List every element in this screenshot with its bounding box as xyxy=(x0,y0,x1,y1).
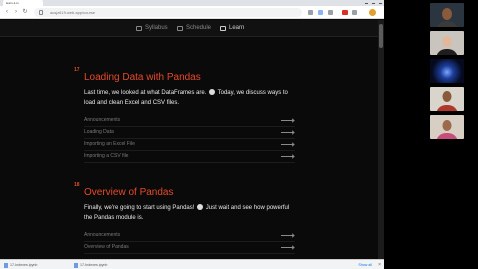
url-text: acsjz619.web.app/course xyxy=(50,10,96,15)
download-item[interactable]: 17-Indexes.ipynb xyxy=(4,262,37,268)
topic-link[interactable]: Announcements xyxy=(84,230,295,242)
lesson-description: Last time, we looked at what DataFrames … xyxy=(84,88,299,108)
star-icon[interactable] xyxy=(308,10,313,15)
topic-link[interactable]: Overview of Pandas xyxy=(84,242,295,254)
topic-link[interactable]: Importing an Excel File xyxy=(84,139,295,151)
nav-label: Syllabus xyxy=(145,25,168,31)
participant-face xyxy=(442,120,452,131)
lesson-number: 17 xyxy=(74,67,80,73)
nav-syllabus[interactable]: Syllabus xyxy=(136,24,168,33)
profile-avatar[interactable] xyxy=(369,9,376,16)
arrow-right-icon xyxy=(281,235,294,236)
participant-face xyxy=(442,91,452,102)
description-text: Last time, we looked at what DataFrames … xyxy=(84,90,207,96)
downloads-bar: 17-Indexes.ipynb 17-Indexes.ipynb Show a… xyxy=(0,259,384,269)
browser-window: learn-1-in ‹ › ↻ acsjz619.web.app/course… xyxy=(0,0,384,269)
calendar-icon xyxy=(177,26,183,31)
topic-link[interactable]: Importing a CSV file xyxy=(84,151,295,163)
laptop-icon xyxy=(220,26,226,31)
lock-icon xyxy=(39,10,43,15)
address-bar: ‹ › ↻ acsjz619.web.app/course xyxy=(0,6,384,19)
file-icon xyxy=(4,262,8,268)
nav-learn[interactable]: Learn xyxy=(220,24,244,33)
book-icon xyxy=(136,26,142,31)
participant-video[interactable] xyxy=(430,87,464,111)
url-field[interactable]: acsjz619.web.app/course xyxy=(34,8,302,17)
participant-video[interactable] xyxy=(430,3,464,27)
participant-video[interactable] xyxy=(430,31,464,55)
arrow-right-icon xyxy=(281,132,294,133)
topic-label: Overview of Pandas xyxy=(84,244,129,250)
participant-body xyxy=(436,21,458,27)
lesson-description: Finally, we're going to start using Pand… xyxy=(84,203,299,223)
minimize-icon[interactable] xyxy=(365,2,368,4)
scrollbar-thumb[interactable] xyxy=(379,24,383,48)
forward-icon[interactable]: › xyxy=(13,9,19,15)
arrow-right-icon xyxy=(281,120,294,121)
participant-video[interactable] xyxy=(430,59,464,83)
download-item[interactable]: 17-Indexes.ipynb xyxy=(74,262,107,268)
download-filename: 17-Indexes.ipynb xyxy=(10,263,38,267)
nav-schedule[interactable]: Schedule xyxy=(177,24,211,33)
extension-badge-icon[interactable] xyxy=(342,10,348,15)
topic-label: Announcements xyxy=(84,232,121,238)
topic-link[interactable]: Loading Data xyxy=(84,127,295,139)
participant-video[interactable] xyxy=(430,115,464,139)
close-window-icon[interactable] xyxy=(379,2,382,4)
puzzle-icon[interactable] xyxy=(352,10,357,15)
download-filename: 17-Indexes.ipynb xyxy=(80,263,108,267)
participant-body xyxy=(436,133,458,139)
extension-icon[interactable] xyxy=(328,10,333,15)
participant-face xyxy=(442,36,452,47)
arrow-right-icon xyxy=(281,144,294,145)
smile-emoji-icon xyxy=(197,204,204,210)
topic-label: Loading Data xyxy=(84,129,114,135)
lesson-title[interactable]: Overview of Pandas xyxy=(84,187,174,198)
arrow-right-icon xyxy=(281,247,294,248)
nav-label: Learn xyxy=(229,25,245,31)
topic-link[interactable]: Announcements xyxy=(84,115,295,127)
video-call-panel xyxy=(384,0,478,269)
description-text: Finally, we're going to start using Pand… xyxy=(84,205,195,211)
smile-emoji-icon xyxy=(209,89,216,95)
course-page: Syllabus Schedule Learn 17 Loading Data … xyxy=(0,20,378,259)
reload-icon[interactable]: ↻ xyxy=(22,9,28,15)
file-icon xyxy=(74,262,78,268)
topic-label: Announcements xyxy=(84,117,121,123)
close-icon[interactable]: × xyxy=(378,262,381,268)
participant-body xyxy=(436,49,458,55)
extension-icon[interactable] xyxy=(318,10,323,15)
lesson-title[interactable]: Loading Data with Pandas xyxy=(84,72,201,83)
arrow-right-icon xyxy=(281,156,294,157)
site-nav: Syllabus Schedule Learn xyxy=(0,20,378,37)
maximize-icon[interactable] xyxy=(372,2,375,4)
back-icon[interactable]: ‹ xyxy=(4,9,10,15)
topic-label: Importing a CSV file xyxy=(84,153,129,159)
lesson-number: 18 xyxy=(74,182,80,188)
nav-label: Schedule xyxy=(186,25,212,31)
participant-face xyxy=(442,8,452,20)
show-all-button[interactable]: Show all xyxy=(358,262,372,268)
topic-label: Importing an Excel File xyxy=(84,141,135,147)
participant-body xyxy=(436,105,458,111)
